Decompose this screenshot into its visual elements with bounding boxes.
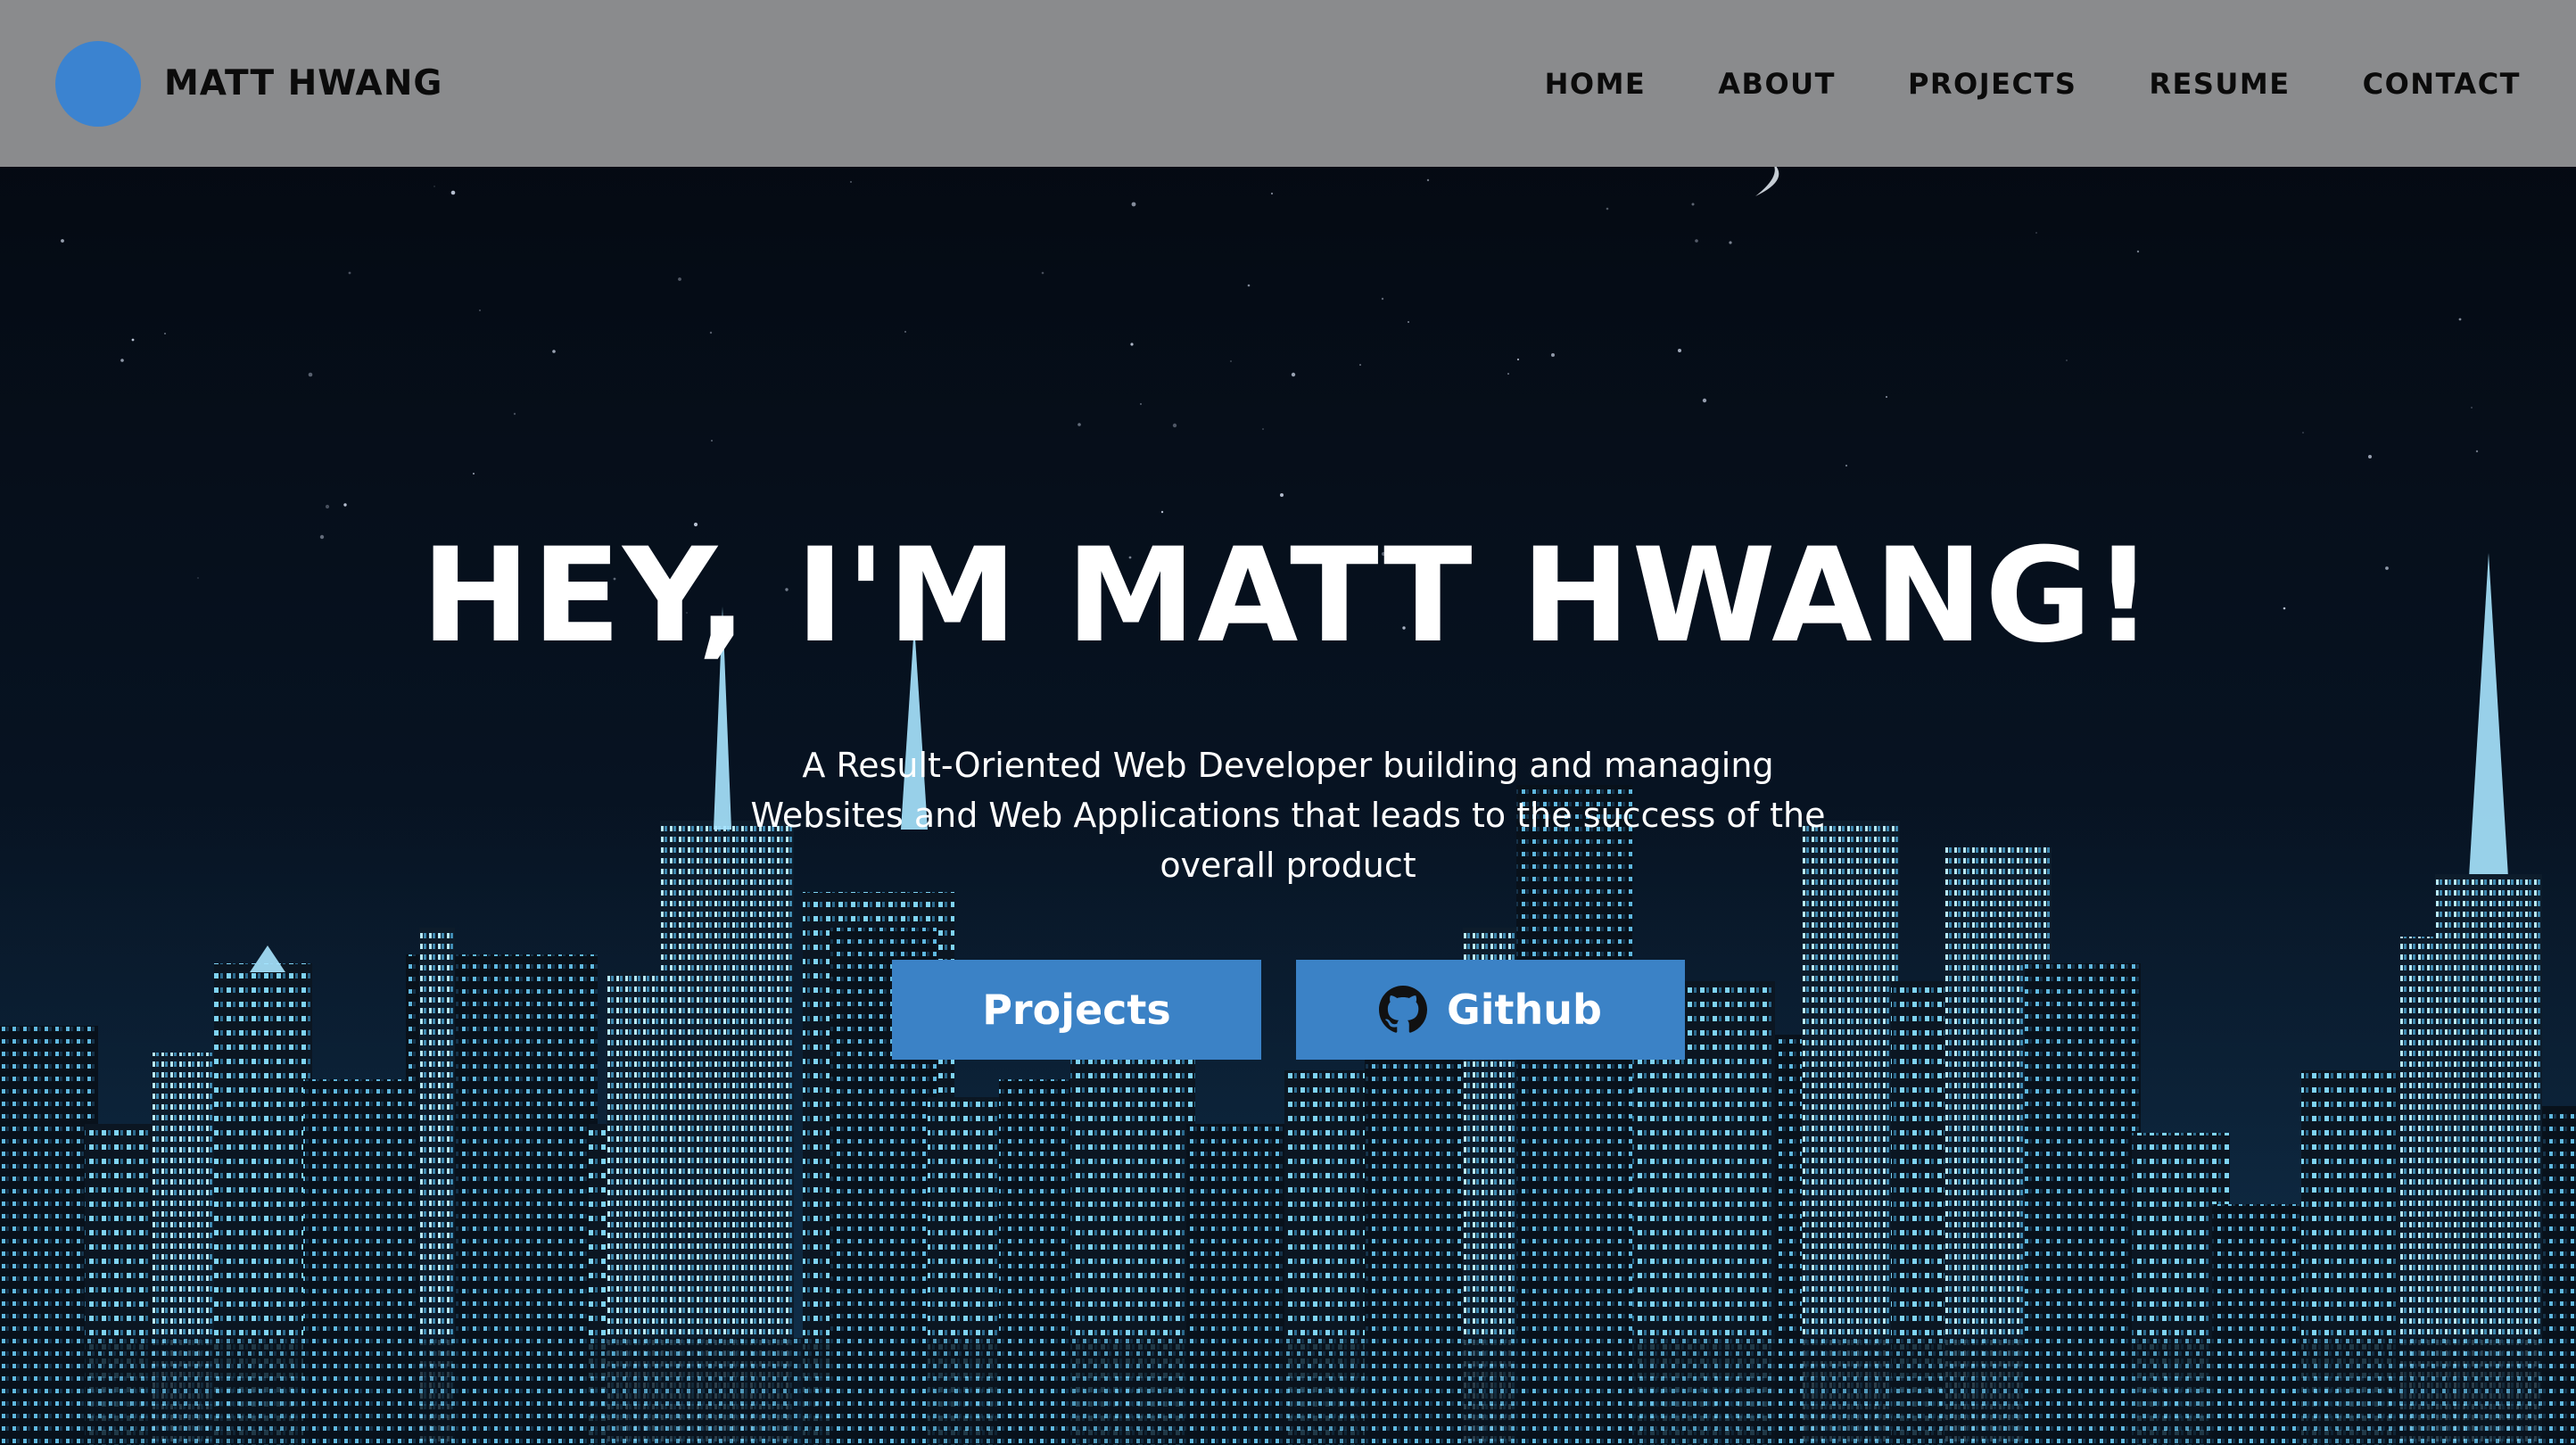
github-button-label: Github <box>1447 986 1602 1034</box>
hero-title: HEY, I'M MATT HWANG! <box>421 520 2155 672</box>
nav-about[interactable]: ABOUT <box>1718 67 1836 101</box>
hero-subtitle: A Result-Oriented Web Developer building… <box>750 746 1826 885</box>
projects-button-label: Projects <box>982 986 1171 1034</box>
hero-section: HEY, I'M MATT HWANG! A Result-Oriented W… <box>0 167 2576 1445</box>
brand-logo-avatar <box>55 40 141 127</box>
github-button[interactable]: Github <box>1296 960 1685 1060</box>
projects-button[interactable]: Projects <box>892 960 1261 1060</box>
main-nav: HOME ABOUT PROJECTS RESUME CONTACT <box>1473 67 2521 101</box>
nav-resume[interactable]: RESUME <box>2149 67 2290 101</box>
nav-projects[interactable]: PROJECTS <box>1908 67 2076 101</box>
brand-link[interactable]: MATT HWANG <box>55 40 443 127</box>
nav-home[interactable]: HOME <box>1545 67 1647 101</box>
nav-contact[interactable]: CONTACT <box>2363 67 2521 101</box>
site-header: MATT HWANG HOME ABOUT PROJECTS RESUME CO… <box>0 0 2576 167</box>
github-icon <box>1379 986 1428 1033</box>
page: MATT HWANG HOME ABOUT PROJECTS RESUME CO… <box>0 0 2576 1445</box>
brand-name: MATT HWANG <box>164 63 443 103</box>
